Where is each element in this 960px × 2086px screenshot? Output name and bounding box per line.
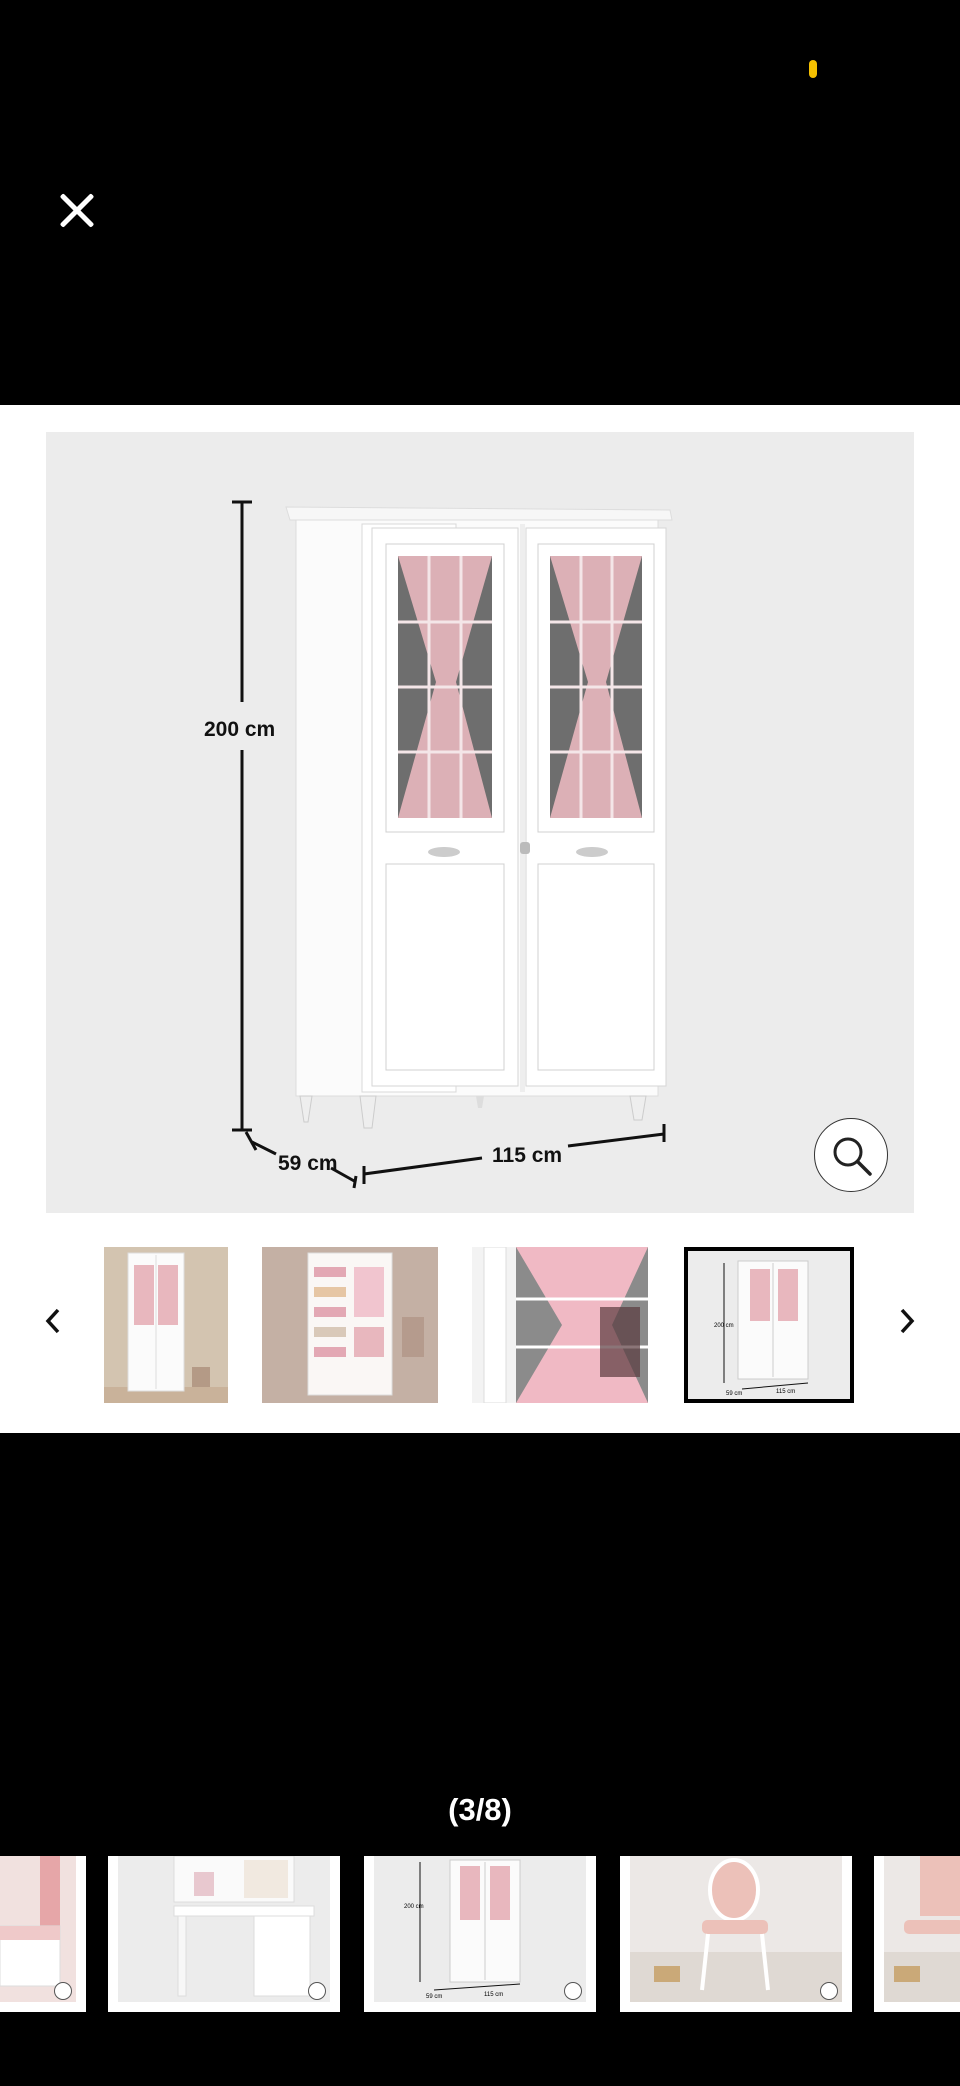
thumbnail-wardrobe-dimensions[interactable]: 200 cm 59 cm 115 cm bbox=[684, 1247, 854, 1403]
thumb-width-label: 115 cm bbox=[776, 1389, 795, 1395]
chevron-right-icon bbox=[900, 1308, 915, 1334]
close-button[interactable] bbox=[52, 186, 102, 236]
mini-zoom-icon bbox=[54, 1982, 72, 2000]
wardrobe-curtain-detail-image bbox=[472, 1247, 648, 1403]
image-viewer: 200 cm 59 cm 115 cm 200 cm 59 cm 115 cm bbox=[0, 405, 960, 1433]
depth-dimension-label: 59 cm bbox=[278, 1152, 338, 1175]
bottom-thumb-width-label: 115 cm bbox=[484, 1992, 503, 1998]
thumb-depth-label: 59 cm bbox=[726, 1391, 742, 1397]
image-counter: (3/8) bbox=[448, 1792, 512, 1827]
height-dimension-label: 200 cm bbox=[204, 718, 275, 741]
bottom-thumbnail-wardrobe-dimensions[interactable]: 200 cm 59 cm 115 cm bbox=[364, 1856, 596, 2012]
bottom-thumbnail-pink-chair-partial[interactable] bbox=[874, 1856, 960, 2012]
wardrobe-dimensions-thumbnail-image: 200 cm 59 cm 115 cm bbox=[688, 1251, 850, 1399]
pink-chair-image bbox=[630, 1858, 842, 2002]
bottom-thumb-height-label: 200 cm bbox=[404, 1904, 424, 1910]
magnifier-icon bbox=[833, 1137, 872, 1176]
main-product-image[interactable]: 200 cm 59 cm 115 cm bbox=[46, 432, 914, 1213]
wardrobe-dimensions-small-image: 200 cm 59 cm 115 cm bbox=[404, 1859, 521, 2000]
thumb-height-label: 200 cm bbox=[714, 1323, 734, 1329]
thumbnail-wardrobe-open-interior[interactable] bbox=[262, 1247, 438, 1403]
bottom-thumbnail-strip: 200 cm 59 cm 115 cm bbox=[0, 1856, 960, 2012]
width-dimension-label: 115 cm bbox=[492, 1144, 562, 1167]
thumbnail-wardrobe-room-view[interactable] bbox=[104, 1247, 228, 1403]
bed-partial-image bbox=[0, 1856, 76, 2002]
mini-zoom-icon bbox=[308, 1982, 326, 2000]
status-indicator-dot bbox=[809, 60, 817, 78]
thumbnail-wardrobe-curtain-detail[interactable] bbox=[472, 1247, 648, 1403]
mini-zoom-icon bbox=[820, 1982, 838, 2000]
bottom-thumbnail-bed-partial[interactable] bbox=[0, 1856, 86, 2012]
pink-chair-partial-image bbox=[884, 1856, 960, 2002]
bottom-thumbnail-desk-with-hutch[interactable] bbox=[108, 1856, 340, 2012]
desk-with-hutch-image bbox=[173, 1856, 315, 1997]
chevron-left-icon bbox=[45, 1308, 60, 1334]
thumbnail-strip: 200 cm 59 cm 115 cm bbox=[0, 1243, 960, 1403]
zoom-button[interactable] bbox=[814, 1118, 888, 1192]
mini-zoom-icon bbox=[564, 1982, 582, 2000]
bottom-thumb-depth-label: 59 cm bbox=[426, 1994, 442, 2000]
next-image-button[interactable] bbox=[888, 1291, 928, 1351]
bottom-thumbnail-pink-chair[interactable] bbox=[620, 1856, 852, 2012]
previous-image-button[interactable] bbox=[34, 1291, 74, 1351]
wardrobe-room-view-image bbox=[104, 1247, 228, 1403]
wardrobe-open-interior-image bbox=[262, 1247, 438, 1403]
wardrobe-illustration: 200 cm 59 cm 115 cm bbox=[204, 500, 673, 1189]
